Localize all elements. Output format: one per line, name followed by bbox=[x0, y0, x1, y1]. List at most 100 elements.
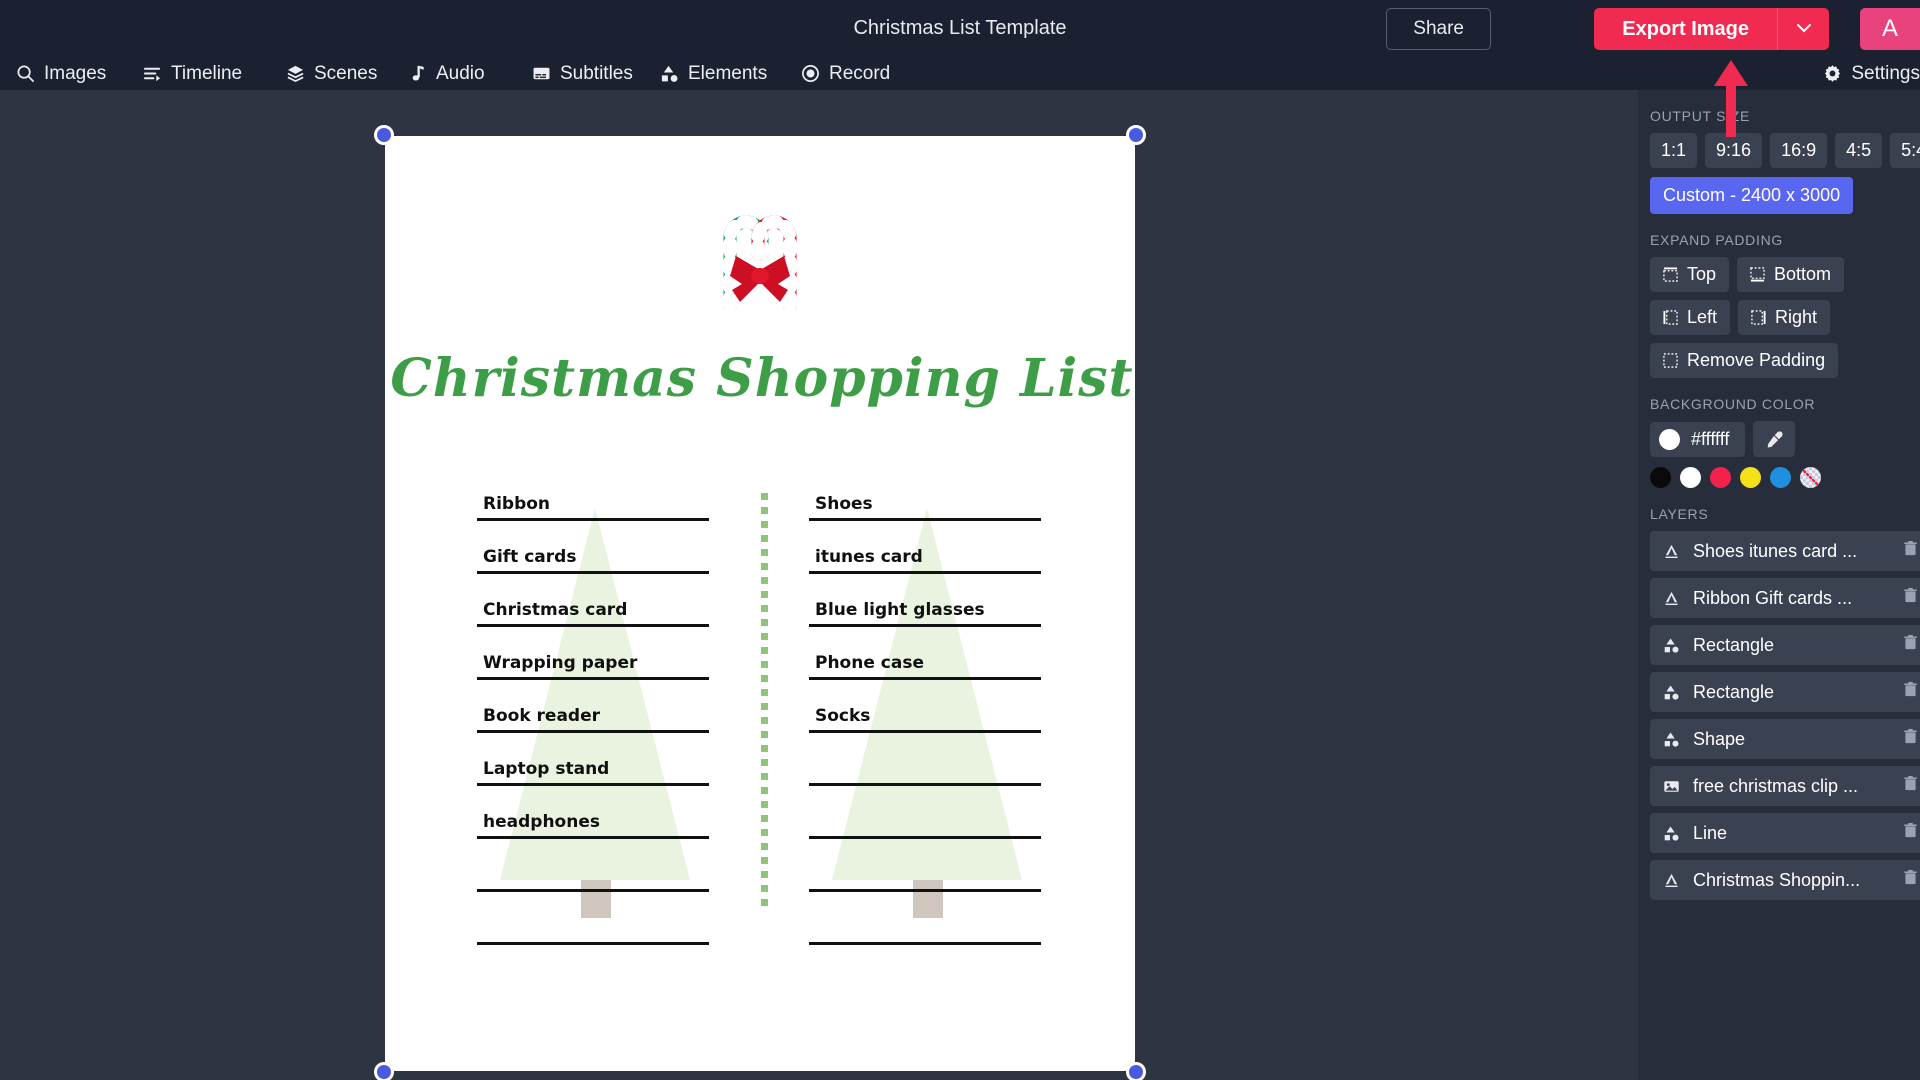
layer-row-0[interactable]: Shoes itunes card ... bbox=[1650, 531, 1920, 571]
layers-label: LAYERS bbox=[1650, 506, 1709, 522]
padding-top-label: Top bbox=[1687, 264, 1717, 284]
swatch-red[interactable] bbox=[1710, 467, 1731, 488]
nav-item-record[interactable]: Record bbox=[801, 57, 890, 90]
padding-right-icon bbox=[1751, 310, 1766, 325]
image-layer-icon bbox=[1662, 778, 1680, 795]
shapes-icon bbox=[660, 64, 679, 83]
app-root: Christmas List Template Share Export Ima… bbox=[0, 0, 1920, 1080]
list-item: itunes card bbox=[809, 521, 1041, 574]
nav-item-subtitles[interactable]: Subtitles bbox=[532, 57, 633, 90]
nav-item-images[interactable]: Images bbox=[16, 57, 106, 90]
dotted-divider bbox=[761, 493, 768, 913]
delete-layer-icon[interactable] bbox=[1902, 775, 1920, 797]
text-layer-icon bbox=[1662, 543, 1680, 560]
padding-left-icon bbox=[1663, 310, 1678, 325]
canvas-selection[interactable]: Christmas Shopping List Ribbon Gift card… bbox=[374, 125, 1146, 1080]
nav-item-timeline[interactable]: Timeline bbox=[143, 57, 242, 90]
list-item: Ribbon bbox=[477, 468, 709, 521]
swatch-yellow[interactable] bbox=[1740, 467, 1761, 488]
list-item-text: itunes card bbox=[815, 547, 923, 567]
layer-row-6[interactable]: Line bbox=[1650, 813, 1920, 853]
padding-left-label: Left bbox=[1687, 307, 1718, 327]
swatch-blue[interactable] bbox=[1770, 467, 1791, 488]
canvas-workspace: Christmas Shopping List Ribbon Gift card… bbox=[0, 90, 1638, 1080]
output-size-options: 1:1 9:16 16:9 4:5 5:4 bbox=[1650, 133, 1920, 168]
share-button[interactable]: Share bbox=[1386, 8, 1491, 50]
resize-handle-bottom-left[interactable] bbox=[374, 1062, 394, 1080]
layer-row-7[interactable]: Christmas Shoppin... bbox=[1650, 860, 1920, 900]
padding-top-button[interactable]: Top bbox=[1650, 257, 1730, 292]
list-item: Blue light glasses bbox=[809, 574, 1041, 627]
ratio-button-9-16[interactable]: 9:16 bbox=[1705, 133, 1763, 168]
nav-item-elements[interactable]: Elements bbox=[660, 57, 767, 90]
resize-handle-top-right[interactable] bbox=[1126, 125, 1146, 145]
list-item: Phone case bbox=[809, 627, 1041, 680]
delete-layer-icon[interactable] bbox=[1902, 728, 1920, 750]
padding-right-label: Right bbox=[1775, 307, 1818, 327]
ratio-button-5-4[interactable]: 5:4 bbox=[1890, 133, 1920, 168]
background-color-row: #ffffff bbox=[1650, 421, 1920, 457]
delete-layer-icon[interactable] bbox=[1902, 587, 1920, 609]
list-item-text: Gift cards bbox=[483, 547, 577, 567]
padding-row-3: Remove Padding bbox=[1650, 343, 1920, 378]
shapes-icon bbox=[1662, 731, 1680, 748]
delete-layer-icon[interactable] bbox=[1902, 822, 1920, 844]
list-item: Gift cards bbox=[477, 521, 709, 574]
layer-name: Christmas Shoppin... bbox=[1693, 869, 1861, 890]
padding-left-button[interactable]: Left bbox=[1650, 300, 1731, 335]
custom-size-button[interactable]: Custom - 2400 x 3000 bbox=[1650, 177, 1854, 214]
expand-padding-label: EXPAND PADDING bbox=[1650, 232, 1783, 248]
list-item-text: Shoes bbox=[815, 494, 873, 514]
list-item bbox=[809, 786, 1041, 839]
list-item-text: Blue light glasses bbox=[815, 600, 985, 620]
delete-layer-icon[interactable] bbox=[1902, 540, 1920, 562]
eyedropper-button[interactable] bbox=[1753, 421, 1796, 457]
list-item: Christmas card bbox=[477, 574, 709, 627]
nav-item-audio[interactable]: Audio bbox=[408, 57, 485, 90]
settings-label: Settings bbox=[1851, 62, 1920, 84]
list-item-text: Phone case bbox=[815, 653, 924, 673]
swatch-transparent[interactable] bbox=[1800, 467, 1821, 488]
shapes-icon bbox=[1662, 637, 1680, 654]
list-item-text: Ribbon bbox=[483, 494, 551, 514]
ratio-button-16-9[interactable]: 16:9 bbox=[1770, 133, 1828, 168]
list-item: Shoes bbox=[809, 468, 1041, 521]
layer-row-5[interactable]: free christmas clip ... bbox=[1650, 766, 1920, 806]
remove-padding-button[interactable]: Remove Padding bbox=[1650, 343, 1839, 378]
layers-list: Shoes itunes card ... Ribbon Gift cards … bbox=[1650, 531, 1920, 900]
delete-layer-icon[interactable] bbox=[1902, 681, 1920, 703]
search-icon bbox=[16, 64, 35, 83]
layer-row-2[interactable]: Rectangle bbox=[1650, 625, 1920, 665]
swatch-white[interactable] bbox=[1680, 467, 1701, 488]
list-item bbox=[809, 733, 1041, 786]
delete-layer-icon[interactable] bbox=[1902, 869, 1920, 891]
layer-row-1[interactable]: Ribbon Gift cards ... bbox=[1650, 578, 1920, 618]
resize-handle-top-left[interactable] bbox=[374, 125, 394, 145]
remove-padding-icon bbox=[1663, 353, 1678, 368]
padding-top-icon bbox=[1663, 267, 1678, 282]
swatch-black[interactable] bbox=[1650, 467, 1671, 488]
export-image-button[interactable]: Export Image bbox=[1594, 8, 1777, 50]
list-item: Laptop stand bbox=[477, 733, 709, 786]
background-hex-text: #ffffff bbox=[1691, 428, 1730, 449]
settings-button[interactable]: Settings bbox=[1823, 57, 1920, 90]
padding-bottom-button[interactable]: Bottom bbox=[1737, 257, 1845, 292]
delete-layer-icon[interactable] bbox=[1902, 634, 1920, 656]
record-icon bbox=[801, 64, 820, 83]
background-color-value[interactable]: #ffffff bbox=[1650, 421, 1746, 457]
resize-handle-bottom-right[interactable] bbox=[1126, 1062, 1146, 1080]
export-dropdown-caret[interactable] bbox=[1777, 8, 1829, 50]
ratio-button-4-5[interactable]: 4:5 bbox=[1835, 133, 1883, 168]
shapes-icon bbox=[1662, 825, 1680, 842]
avatar[interactable]: A bbox=[1860, 8, 1920, 50]
layer-row-4[interactable]: Shape bbox=[1650, 719, 1920, 759]
music-note-icon bbox=[408, 64, 427, 83]
nav-item-scenes[interactable]: Scenes bbox=[286, 57, 377, 90]
layer-row-3[interactable]: Rectangle bbox=[1650, 672, 1920, 712]
list-column-left: Ribbon Gift cards Christmas card Wrappin… bbox=[477, 468, 709, 945]
list-item-text: Socks bbox=[815, 706, 871, 726]
design-canvas[interactable]: Christmas Shopping List Ribbon Gift card… bbox=[385, 136, 1135, 1071]
padding-right-button[interactable]: Right bbox=[1738, 300, 1831, 335]
ratio-button-1-1[interactable]: 1:1 bbox=[1650, 133, 1698, 168]
background-color-dot bbox=[1659, 428, 1680, 450]
